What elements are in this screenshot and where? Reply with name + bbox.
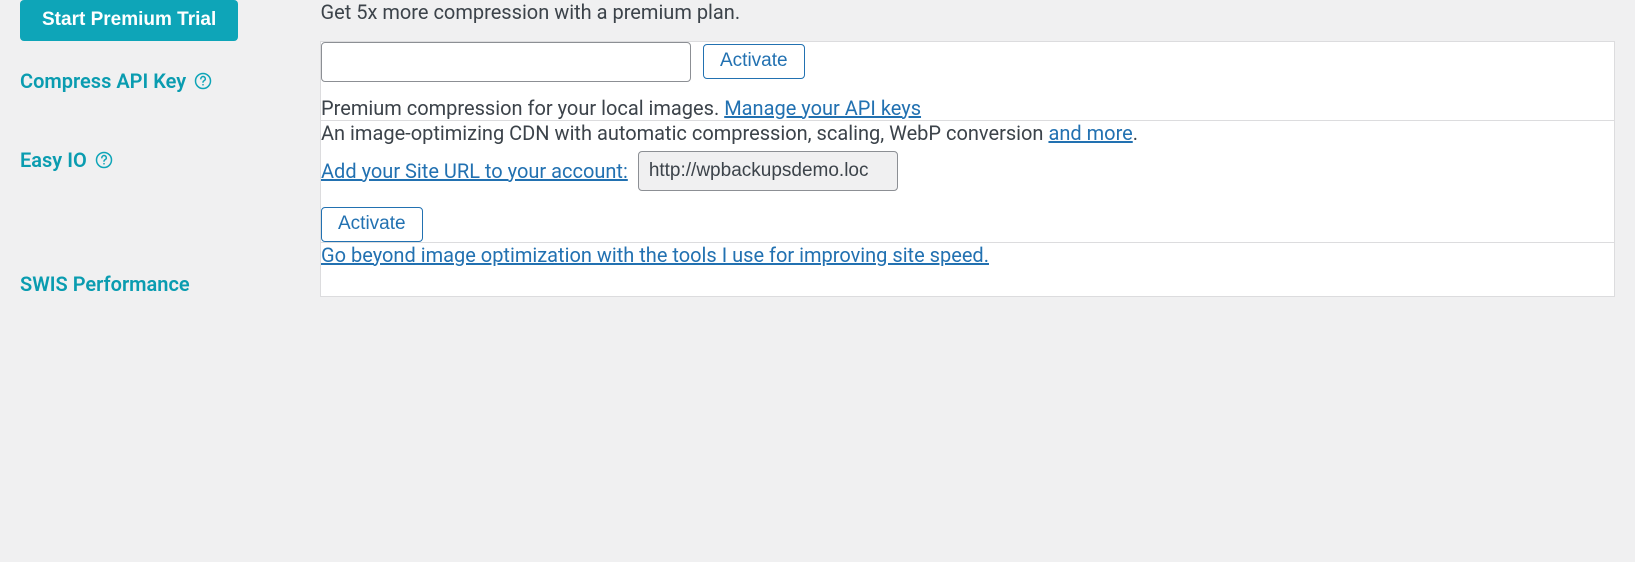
compress-api-key-input[interactable] (321, 42, 691, 82)
easy-io-description: An image-optimizing CDN with automatic c… (321, 121, 1614, 145)
add-site-url-link[interactable]: Add your Site URL to your account: (321, 159, 628, 183)
compress-api-controls: Activate (321, 42, 1614, 82)
compress-api-key-label: Compress API Key (20, 69, 186, 93)
compress-api-description: Premium compression for your local image… (321, 96, 1614, 120)
help-icon[interactable] (194, 72, 212, 90)
row-easy-io: Easy IO An image-optimizing CDN with aut… (20, 120, 1615, 242)
swis-performance-link[interactable]: Go beyond image optimization with the to… (321, 243, 989, 267)
help-icon[interactable] (95, 151, 113, 169)
start-premium-trial-button[interactable]: Start Premium Trial (20, 0, 238, 41)
compress-api-activate-button[interactable]: Activate (703, 44, 805, 79)
swis-label-wrap: SWIS Performance (20, 242, 320, 296)
row-premium-trial: Start Premium Trial Get 5x more compress… (20, 0, 1615, 41)
easy-io-and-more-link[interactable]: and more (1048, 121, 1132, 145)
easy-io-url-row: Add your Site URL to your account: (321, 151, 1614, 191)
row-compress-api-key: Compress API Key Activate (20, 41, 1615, 120)
manage-api-keys-link[interactable]: Manage your API keys (724, 96, 921, 120)
premium-trial-description: Get 5x more compression with a premium p… (321, 0, 741, 24)
compress-api-key-label-wrap: Compress API Key (20, 41, 320, 93)
easy-io-desc-text: An image-optimizing CDN with automatic c… (321, 121, 1048, 145)
easy-io-label: Easy IO (20, 148, 87, 172)
settings-table: Start Premium Trial Get 5x more compress… (20, 0, 1615, 297)
swis-performance-label: SWIS Performance (20, 272, 190, 296)
easy-io-label-wrap: Easy IO (20, 120, 320, 172)
site-url-input[interactable] (638, 151, 898, 191)
easy-io-activate-button[interactable]: Activate (321, 207, 423, 242)
row-swis-performance: SWIS Performance Go beyond image optimiz… (20, 242, 1615, 296)
compress-api-desc-text: Premium compression for your local image… (321, 96, 724, 120)
